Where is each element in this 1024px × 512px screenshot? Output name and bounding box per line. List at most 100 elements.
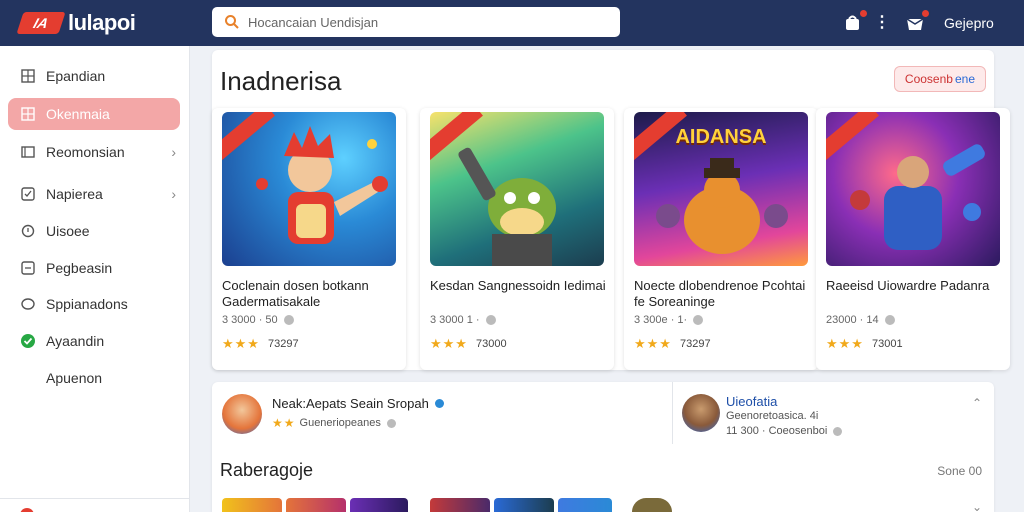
game-thumbnail[interactable] xyxy=(286,498,346,512)
see-all-button[interactable]: Coosenb ene xyxy=(893,66,986,92)
sidebar-item-label: Okenmaia xyxy=(46,106,110,122)
avatar[interactable] xyxy=(682,394,720,432)
sidebar-item-label: Ayaandin xyxy=(46,333,105,349)
creator-sub: Geenoretoasica. 4i xyxy=(726,410,818,422)
grid-icon xyxy=(20,106,36,122)
sidebar-item-label: Apuenon xyxy=(46,370,103,386)
search-input[interactable] xyxy=(248,14,608,30)
stars-icon: ★★ xyxy=(272,416,296,430)
rating-count: 73297 xyxy=(679,338,711,350)
info-icon xyxy=(693,315,704,325)
checkbox-icon xyxy=(20,260,36,276)
sidebar-item-8[interactable]: Apuenon xyxy=(8,362,180,394)
game-thumbnail[interactable] xyxy=(558,498,612,512)
game-card[interactable]: Kesdan Sangnessoidn Iedimai 3 3000 1 · ★… xyxy=(420,108,614,370)
section-title: Raberagoje xyxy=(220,460,314,480)
game-thumbnail[interactable] xyxy=(350,498,408,512)
search-bar[interactable] xyxy=(212,7,620,37)
user-menu[interactable]: Gejepro xyxy=(944,15,994,31)
rating-count: 73000 xyxy=(475,338,507,350)
game-title: Kesdan Sangnessoidn Iedimai xyxy=(430,278,606,293)
game-meta: 3 3000 1 · xyxy=(430,314,496,326)
secondary-section: Neak:Aepats Seain Sropah ★★ Gueneriopean… xyxy=(212,382,994,512)
avatar[interactable] xyxy=(222,394,262,434)
sidebar-item-label: Uisoee xyxy=(46,223,90,239)
creator-name[interactable]: Uieofatia xyxy=(726,394,777,409)
stars-icon: ★★★ xyxy=(430,336,468,351)
sidebar-item-1[interactable]: Okenmaia xyxy=(8,98,180,130)
stars-icon: ★★★ xyxy=(634,336,672,351)
game-rating: ★★★ 73297 xyxy=(634,336,711,352)
creator-name-text: Neak:Aepats Seain Sropah xyxy=(272,396,429,411)
creator-name[interactable]: Neak:Aepats Seain Sropah xyxy=(272,396,444,411)
game-title: Raeeisd Uiowardre Padanra xyxy=(826,278,990,293)
logo-text: lulapoi xyxy=(68,10,136,35)
sidebar-item-7[interactable]: Ayaandin xyxy=(8,325,180,357)
game-thumbnail[interactable] xyxy=(494,498,554,512)
app-logo[interactable]: IA lulapoi xyxy=(16,10,136,36)
game-meta-text: 3 300e · 1· xyxy=(634,314,688,326)
game-meta-text: 3 3000 1 · xyxy=(430,314,480,326)
status-dot-icon xyxy=(20,508,34,512)
featured-section: Inadnerisa Coosenb ene Coclenain dosen b… xyxy=(212,50,1010,370)
sidebar-item-2[interactable]: Reomonsian › xyxy=(8,136,180,168)
library-icon xyxy=(20,144,36,160)
info-icon xyxy=(386,418,396,428)
sidebar-item-label: Reomonsian xyxy=(46,144,125,160)
grid-icon xyxy=(20,68,36,84)
game-thumbnail[interactable]: AIDANSA xyxy=(634,112,808,266)
avatar[interactable] xyxy=(632,498,672,512)
sidebar-item-3[interactable]: Napierea › xyxy=(8,178,180,210)
top-bar: IA lulapoi ⋮ Gejepro xyxy=(0,0,1024,46)
game-meta-text: 23000 · 14 xyxy=(826,314,879,326)
sidebar-item-6[interactable]: Sppianadons xyxy=(8,288,180,320)
chevron-up-icon[interactable]: ⌃ xyxy=(972,396,982,410)
game-rating: ★★★ 73000 xyxy=(430,336,507,352)
game-thumbnail[interactable] xyxy=(430,112,604,266)
game-card[interactable]: Raeeisd Uiowardre Padanra 23000 · 14 ★★★… xyxy=(816,108,1010,370)
game-meta: 3 3000 · 50 xyxy=(222,314,294,326)
cart-icon[interactable] xyxy=(842,8,869,34)
stars-icon: ★★★ xyxy=(826,336,864,351)
divider xyxy=(672,382,673,444)
logo-mark: IA xyxy=(16,12,66,34)
message-icon[interactable] xyxy=(904,8,931,34)
sidebar-item-0[interactable]: Epandian xyxy=(8,60,180,92)
creator-sub-text: 11 300 · Coeosenboi xyxy=(726,425,828,437)
verified-icon xyxy=(434,399,444,408)
creator-sub-text: Geenoretoasica. 4i xyxy=(726,410,819,422)
circle-icon xyxy=(20,223,36,239)
chevron-right-icon: › xyxy=(171,144,176,160)
game-thumbnail[interactable] xyxy=(222,498,282,512)
game-meta: 3 300e · 1· xyxy=(634,314,704,326)
game-thumbnail[interactable] xyxy=(222,112,396,266)
notification-badge xyxy=(920,8,931,19)
game-title: Coclenain dosen botkann Gadermatisakale xyxy=(222,278,369,309)
info-icon xyxy=(833,426,843,436)
game-thumbnail[interactable] xyxy=(826,112,1000,266)
game-thumbnail[interactable] xyxy=(430,498,490,512)
section-title: Inadnerisa xyxy=(220,66,342,96)
creator-sub-text: Gueneriopeanes xyxy=(299,417,381,429)
rating-count: 73297 xyxy=(267,338,299,350)
sidebar-item-5[interactable]: Pegbeasin xyxy=(8,252,180,284)
bubble-icon xyxy=(20,296,36,312)
creator-sub: 11 300 · Coeosenboi xyxy=(726,425,843,437)
see-all-link[interactable]: Sone 00 xyxy=(937,464,982,478)
game-meta-text: 3 3000 · 50 xyxy=(222,314,278,326)
sidebar-item-4[interactable]: Uisoee xyxy=(8,215,180,247)
game-rating: ★★★ 73001 xyxy=(826,336,903,352)
search-icon xyxy=(225,15,239,29)
game-card[interactable]: Coclenain dosen botkann Gadermatisakale … xyxy=(212,108,406,370)
see-all-label: Coosenb xyxy=(904,72,953,86)
more-options-icon[interactable]: ⋮ xyxy=(874,13,890,33)
game-meta: 23000 · 14 xyxy=(826,314,895,326)
stars-icon: ★★★ xyxy=(222,336,260,351)
info-icon xyxy=(283,315,294,325)
chevron-down-icon[interactable]: ⌄ xyxy=(972,500,982,512)
chevron-right-icon: › xyxy=(171,186,176,202)
game-card[interactable]: AIDANSA Noecte dlobendrenoe Pcohtai fe S… xyxy=(624,108,818,370)
sidebar: Epandian Okenmaia Reomonsian › Napierea … xyxy=(0,46,190,512)
checkbox-icon xyxy=(20,186,36,202)
see-all-accent: ene xyxy=(954,72,975,86)
